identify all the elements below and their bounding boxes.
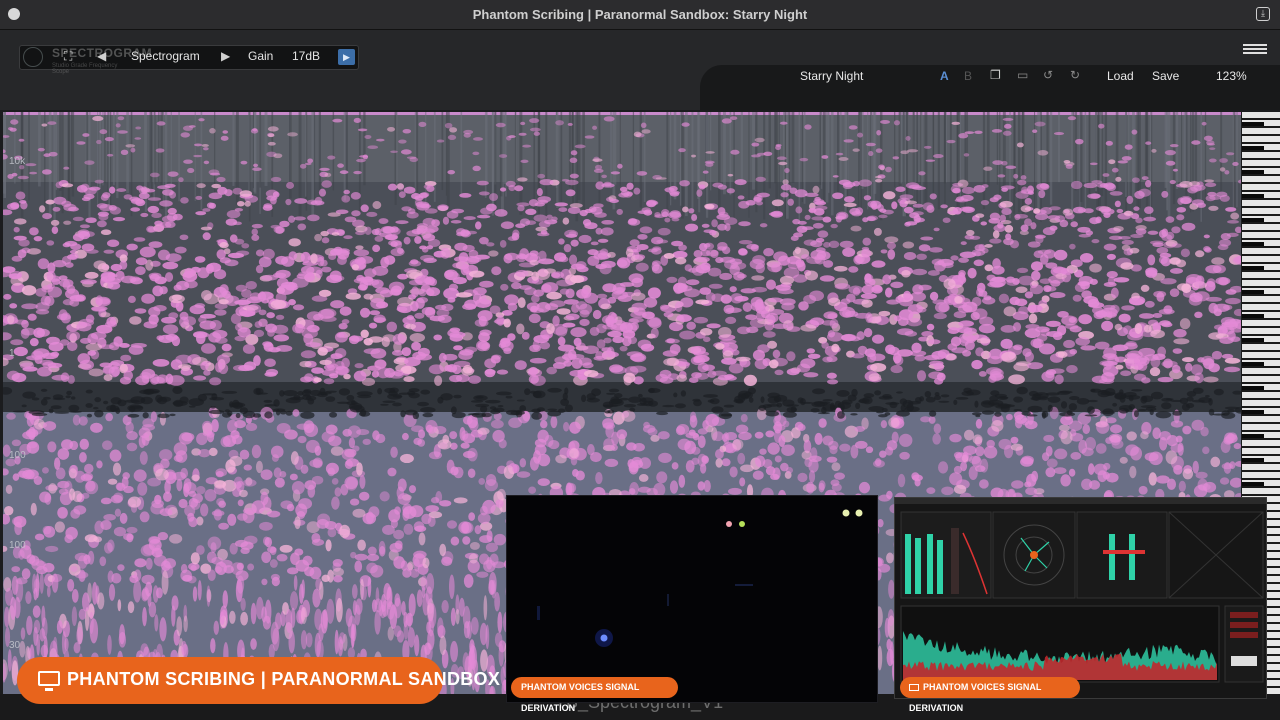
window-title-bar: Phantom Scribing | Paranormal Sandbox: S… (0, 0, 1280, 30)
signal-pill-left: PHANTOM VOICES SIGNAL DERIVATION (511, 677, 678, 713)
plugin-logo: SPECTROGRAM Studio Grade Frequency Scope (20, 44, 152, 75)
exit-fullscreen-icon[interactable]: ⤓ (1256, 7, 1270, 21)
copy-icon[interactable]: ❐ (990, 68, 1001, 82)
gain-label: Gain (248, 49, 274, 63)
crop-icon[interactable]: ⛶ (64, 49, 72, 64)
zoom-level[interactable]: 123% (1216, 69, 1247, 83)
ab-b-button[interactable]: B (964, 69, 972, 83)
gain-value[interactable]: 17dB (292, 49, 320, 63)
paste-icon[interactable]: ▭ (1017, 68, 1028, 82)
mode-selector[interactable]: Spectrogram (131, 49, 200, 63)
preset-name[interactable]: Starry Night (800, 69, 863, 83)
metering-panel (894, 497, 1267, 699)
y-label-10k: 10k (9, 156, 26, 167)
chevron-right-icon[interactable]: ▶ (221, 49, 230, 63)
load-button[interactable]: Load (1107, 69, 1134, 83)
banner-text: PHANTOM SCRIBING | PARANORMAL SANDBOX (67, 669, 501, 689)
y-label-30: 30 (9, 640, 21, 651)
window-title: Phantom Scribing | Paranormal Sandbox: S… (472, 7, 808, 22)
signal-pill-right: PHANTOM VOICES SIGNAL DERIVATION (900, 677, 1080, 713)
webcam-image (507, 496, 877, 702)
logo-mark-icon (23, 47, 43, 67)
undo-icon[interactable]: ↺ (1043, 68, 1053, 82)
chevron-left-icon[interactable]: ◀ (97, 49, 106, 63)
y-label-1: 1 (9, 348, 15, 359)
monitor-icon (38, 671, 60, 691)
y-label-100a: 100 (9, 450, 26, 461)
menu-icon[interactable] (1243, 44, 1267, 54)
redo-icon[interactable]: ↻ (1070, 68, 1080, 82)
ab-a-button[interactable]: A (940, 69, 949, 83)
play-icon[interactable]: ▶ (338, 49, 355, 65)
monitor-icon (909, 684, 919, 691)
plugin-header (0, 30, 1280, 110)
save-button[interactable]: Save (1152, 69, 1179, 83)
webcam-feed (506, 495, 878, 703)
y-label-100b: 100 (9, 540, 26, 551)
metering-image (895, 498, 1266, 698)
logo-subtitle: Studio Grade Frequency Scope (52, 63, 118, 75)
